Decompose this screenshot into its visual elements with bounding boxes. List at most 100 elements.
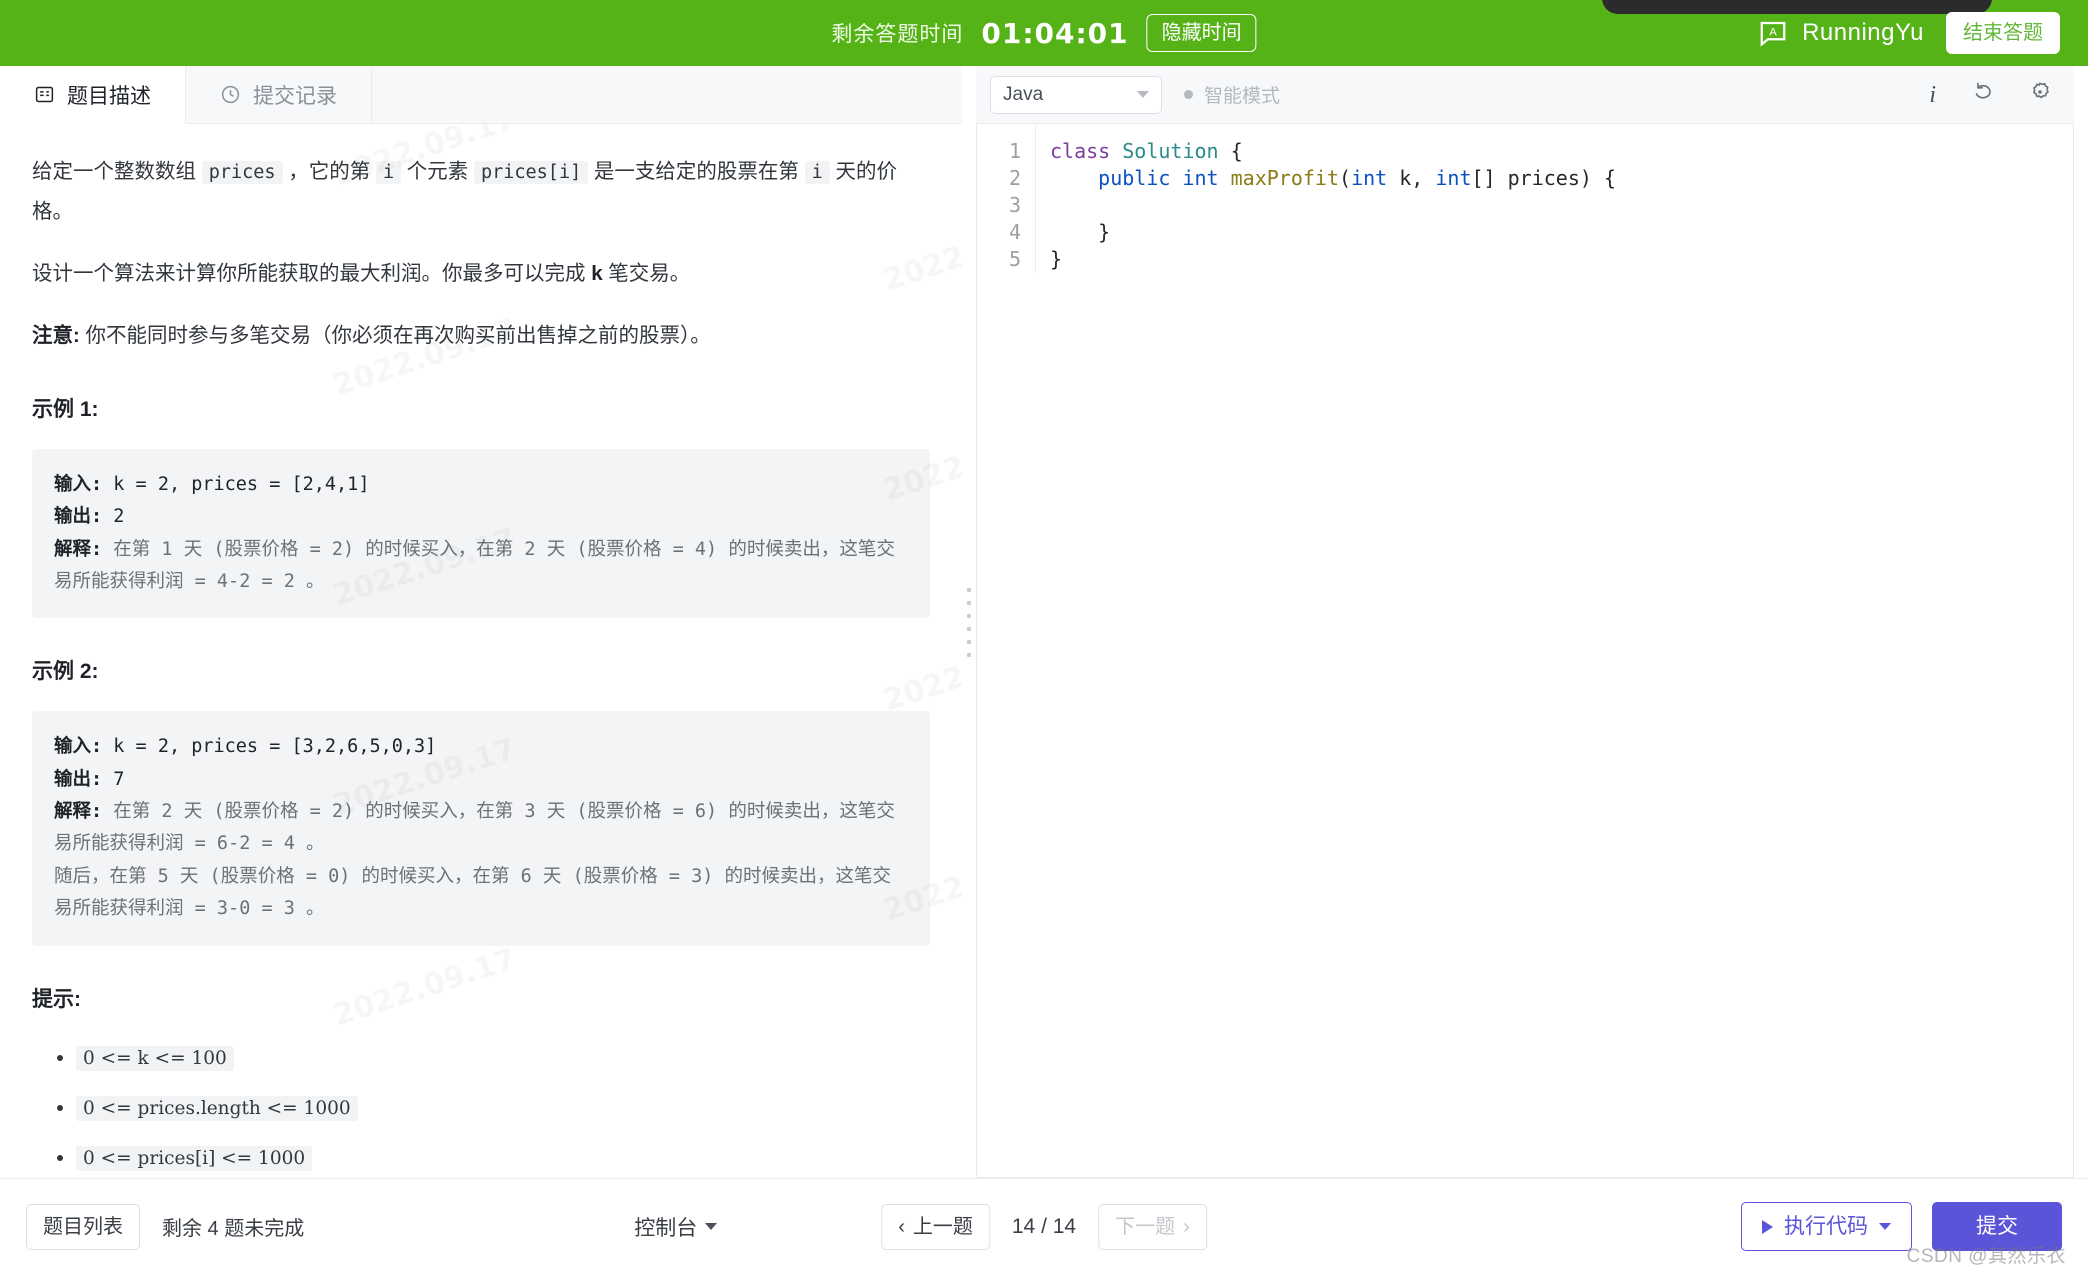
output-value: 7: [102, 768, 125, 790]
problem-paragraph-2: 设计一个算法来计算你所能获取的最大利润。你最多可以完成 k 笔交易。: [32, 254, 930, 294]
code-text-area[interactable]: class Solution { public int maxProfit( in…: [1035, 124, 2073, 273]
example-2-input: 输入: k = 2, prices = [3,2,6,5,0,3]: [54, 731, 908, 763]
chevron-down-icon: [1879, 1223, 1891, 1230]
line-number-gutter: 1 2 3 4 5: [977, 124, 1035, 273]
timer-area: 剩余答题时间 01:04:01 隐藏时间: [831, 14, 1257, 52]
timer-value: 01:04:01: [981, 16, 1129, 50]
note-label: 注意:: [32, 323, 80, 347]
status-dot-icon: [1184, 90, 1193, 99]
problem-note: 注意: 你不能同时参与多笔交易（你必须在再次购买前出售掉之前的股票）。: [32, 316, 930, 356]
run-code-label: 执行代码: [1784, 1215, 1868, 1238]
panel-splitter[interactable]: [962, 66, 976, 1178]
line-number: 4: [1008, 220, 1021, 244]
code-line: }: [1050, 219, 2073, 246]
submit-button[interactable]: 提交: [1932, 1202, 2062, 1251]
run-code-button[interactable]: 执行代码: [1741, 1202, 1912, 1251]
text: 给定一个整数数组: [32, 160, 202, 183]
username-label: RunningYu: [1802, 19, 1924, 46]
console-toggle[interactable]: 控制台: [634, 1212, 718, 1242]
gear-icon[interactable]: [2028, 80, 2052, 109]
tab-description-label: 题目描述: [67, 84, 151, 108]
hints-section: 提示: 0 <= k <= 100 0 <= prices.length <= …: [32, 980, 930, 1179]
reset-icon[interactable]: [1970, 80, 1994, 109]
example-1-output: 输出: 2: [54, 501, 908, 533]
code-line: }: [1050, 246, 2073, 273]
remaining-label: 剩余 4 题未完成: [162, 1218, 305, 1240]
top-bar: 剩余答题时间 01:04:01 隐藏时间 A RunningYu 结束答题: [0, 0, 2088, 66]
play-icon: [1762, 1219, 1773, 1234]
page-counter: 14 / 14: [1011, 1214, 1077, 1238]
example-2-output: 输出: 7: [54, 764, 908, 796]
text: 是一支给定的股票在第: [588, 160, 805, 183]
inline-code: prices[i]: [473, 161, 589, 184]
example-1-input: 输入: k = 2, prices = [2,4,1]: [54, 469, 908, 501]
code-token: {: [1218, 139, 1243, 163]
code-token: }: [1050, 247, 1063, 271]
example-1-explanation: 解释: 在第 1 天 (股票价格 = 2) 的时候买入，在第 2 天 (股票价格…: [54, 534, 908, 599]
chevron-right-icon: ›: [1183, 1215, 1190, 1238]
output-label: 输出:: [54, 506, 103, 528]
line-number: 3: [1008, 193, 1021, 217]
prev-problem-button[interactable]: ‹ 上一题: [881, 1203, 990, 1250]
tab-description[interactable]: 题目描述: [0, 66, 186, 124]
language-select[interactable]: Java: [990, 75, 1162, 114]
svg-text:A: A: [1769, 27, 1777, 39]
input-value: k = 2, prices = [3,2,6,5,0,3]: [102, 736, 437, 758]
code-token: int: [1182, 166, 1219, 190]
clock-icon: [220, 84, 241, 105]
explanation-value: 在第 2 天 (股票价格 = 2) 的时候买入，在第 3 天 (股票价格 = 6…: [54, 801, 895, 855]
smart-mode-label: 智能模式: [1204, 86, 1281, 107]
editor-toolbar: Java 智能模式 i: [976, 66, 2074, 124]
list-item: 0 <= prices.length <= 1000: [76, 1088, 930, 1128]
code-token: public: [1098, 166, 1171, 190]
caret-down-icon: [705, 1223, 718, 1230]
code-token: Solution: [1122, 139, 1219, 163]
code-row: 1 2 3 4 5 class Solution { public int ma…: [977, 124, 2073, 273]
code-token: }: [1050, 220, 1111, 244]
splitter-grip-icon: [967, 587, 971, 657]
tab-submissions[interactable]: 提交记录: [186, 66, 372, 123]
top-bar-right: A RunningYu 结束答题: [1758, 12, 2060, 54]
main-body: 题目描述 提交记录 2022.09.17 2022.09.17 2022.09.…: [0, 66, 2088, 1178]
exam-coding-page: 剩余答题时间 01:04:01 隐藏时间 A RunningYu 结束答题 题目…: [0, 0, 2088, 1274]
bottom-actions: 执行代码 提交: [1741, 1202, 2062, 1251]
code-token: (: [1339, 166, 1352, 190]
example-2-block: 输入: k = 2, prices = [3,2,6,5,0,3] 输出: 7 …: [32, 711, 930, 946]
example-1-title: 示例 1:: [32, 397, 99, 421]
list-item: 0 <= k <= 100: [76, 1038, 930, 1078]
inline-code: prices: [201, 161, 283, 184]
next-problem-label: 下一题: [1115, 1215, 1176, 1238]
example-2-explanation-2: 随后，在第 5 天 (股票价格 = 0) 的时候买入，在第 6 天 (股票价格 …: [54, 865, 892, 920]
finish-exam-button[interactable]: 结束答题: [1946, 12, 2060, 54]
example-2-title: 示例 2:: [32, 660, 99, 684]
code-editor[interactable]: 1 2 3 4 5 class Solution { public int ma…: [976, 124, 2074, 1178]
text-bold: k: [591, 261, 603, 285]
prev-problem-label: 上一题: [912, 1215, 973, 1238]
inline-code: i: [804, 161, 830, 184]
code-token: [] prices) {: [1471, 166, 1616, 190]
smart-mode-toggle[interactable]: 智能模式: [1184, 81, 1280, 108]
user-block[interactable]: A RunningYu: [1758, 18, 1924, 48]
info-icon[interactable]: i: [1929, 83, 1936, 107]
text: 设计一个算法来计算你所能获取的最大利润。你最多可以完成: [32, 261, 592, 285]
input-label: 输入:: [54, 736, 103, 758]
code-line: class Solution {: [1050, 138, 2073, 165]
code-token: int: [1435, 166, 1472, 190]
tab-submissions-label: 提交记录: [253, 84, 337, 108]
editor-panel: Java 智能模式 i 1 2 3 4 5 class Solution {p…: [976, 66, 2088, 1178]
chevron-left-icon: ‹: [898, 1215, 905, 1238]
explanation-label: 解释:: [54, 801, 103, 822]
problem-list-button[interactable]: 题目列表: [26, 1203, 140, 1250]
next-problem-button[interactable]: 下一题 ›: [1098, 1203, 1207, 1250]
code-token: maxProfit: [1230, 166, 1340, 190]
inline-code: i: [375, 161, 402, 184]
text: ，它的第: [282, 160, 376, 183]
bottom-bar: 题目列表 剩余 4 题未完成 ‹ 上一题 14 / 14 下一题 › 控制台 执…: [0, 1178, 2088, 1274]
explanation-value: 在第 1 天 (股票价格 = 2) 的时候买入，在第 2 天 (股票价格 = 4…: [54, 538, 895, 592]
hide-time-button[interactable]: 隐藏时间: [1146, 14, 1257, 52]
